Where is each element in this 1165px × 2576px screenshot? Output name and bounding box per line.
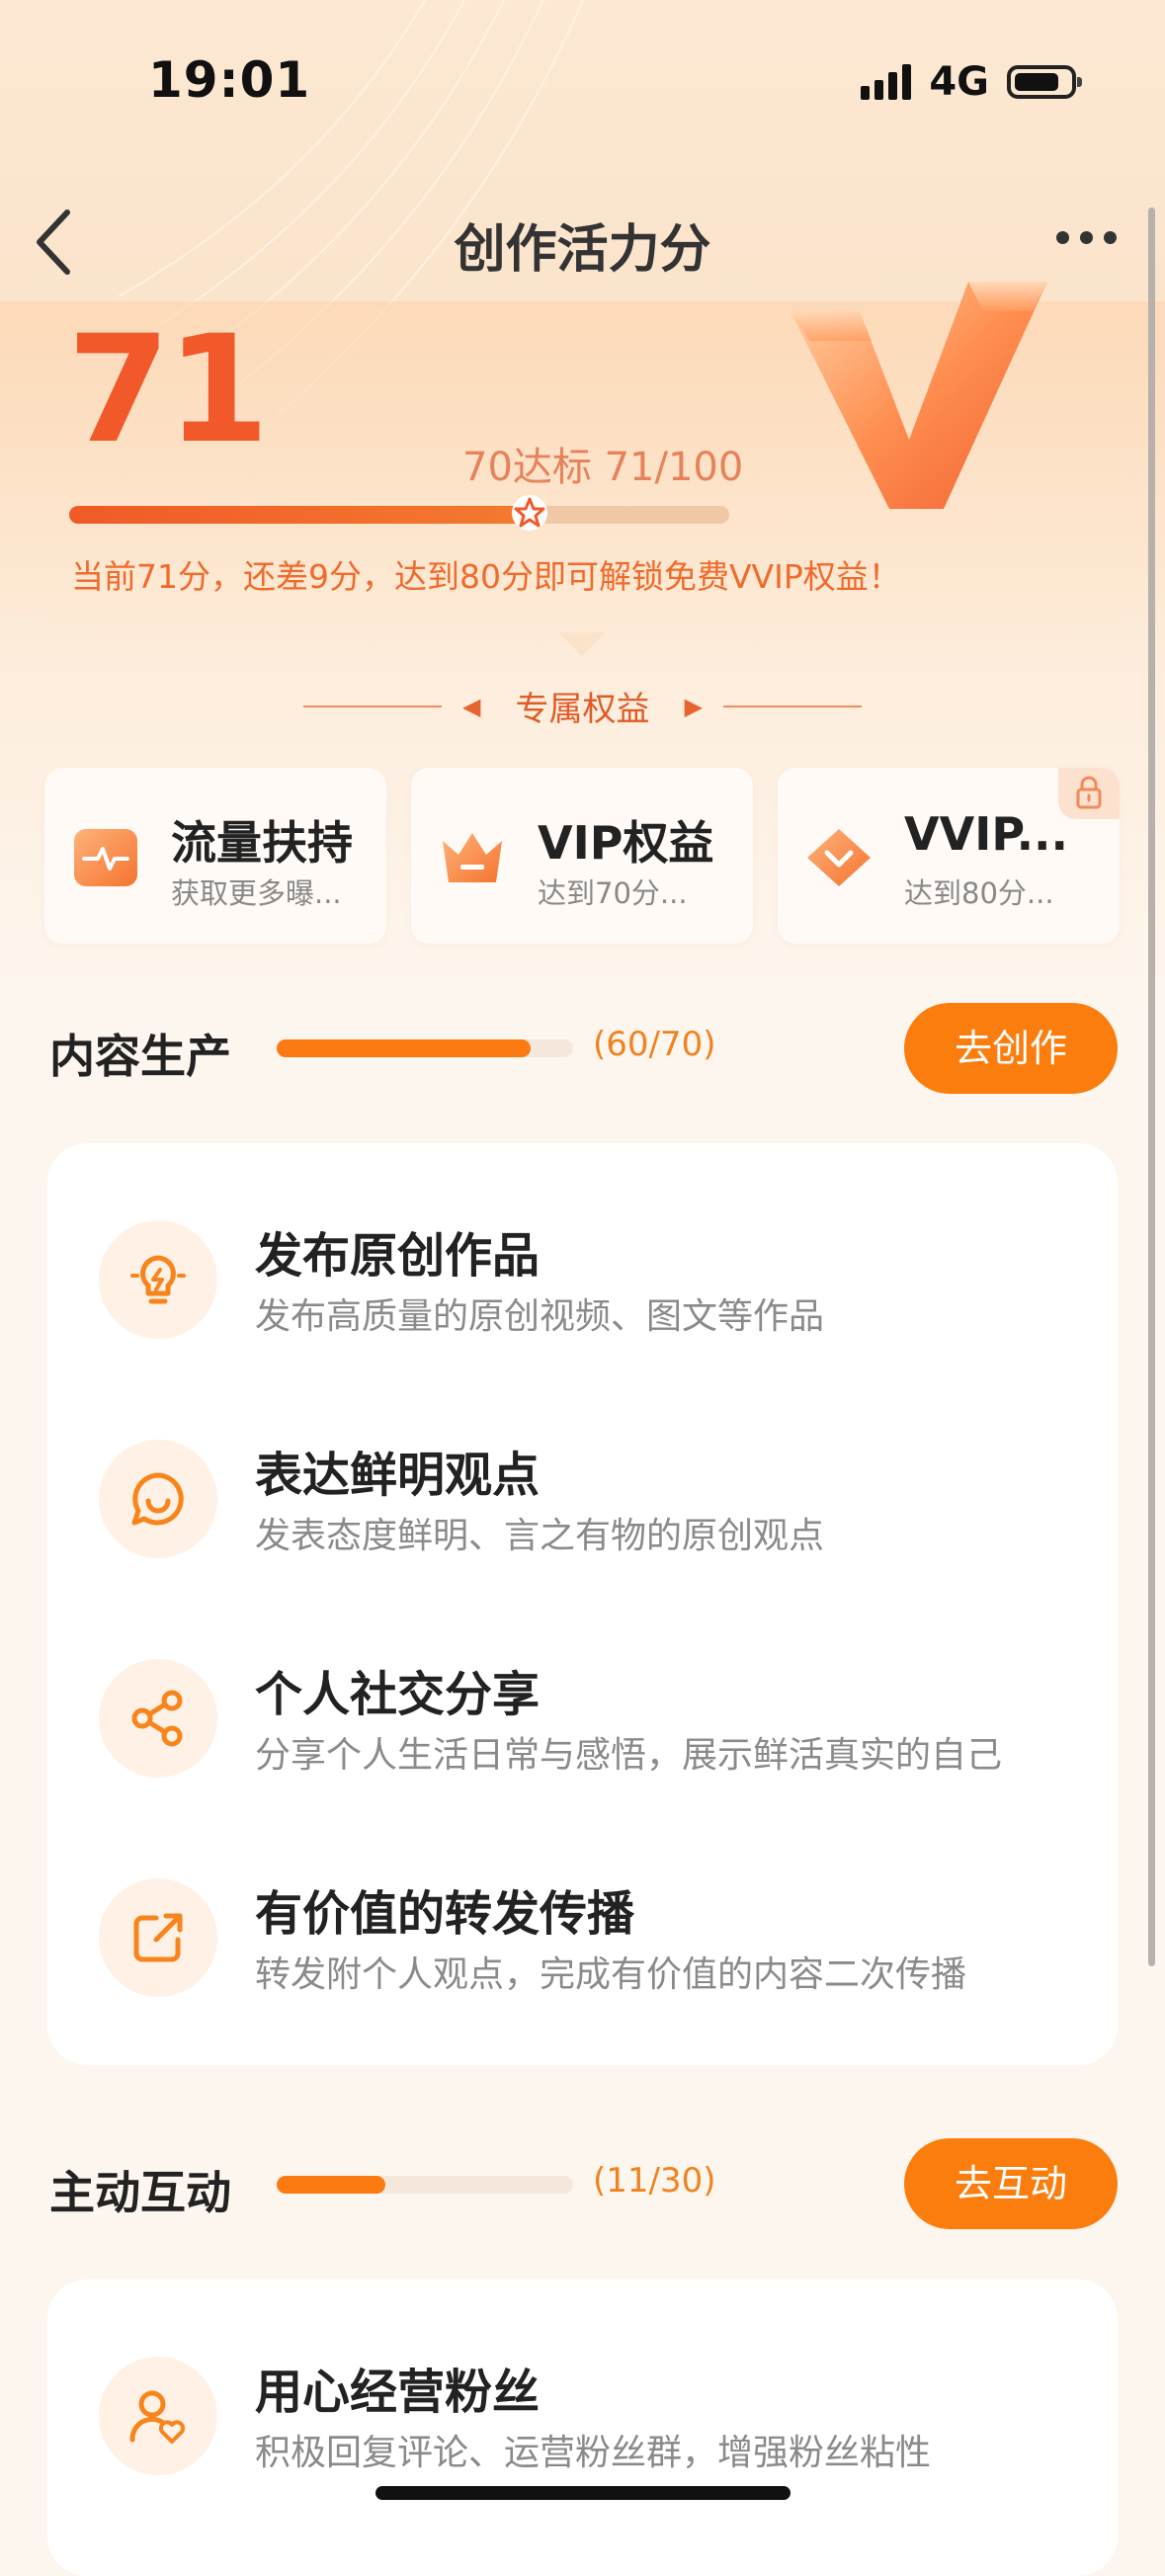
arrow-right-icon: ▶ [684, 692, 704, 720]
task-title: 发布原创作品 [255, 1228, 541, 1284]
icon-circle [99, 1440, 217, 1558]
home-indicator[interactable] [375, 2486, 791, 2500]
battery-icon [1007, 65, 1082, 99]
section-title-content: 内容生产 [49, 1030, 231, 1083]
task-title: 有价值的转发传播 [255, 1886, 635, 1942]
banner-pointer [558, 632, 606, 656]
benefit-subtitle: 达到70分... [538, 876, 688, 910]
task-subtitle: 转发附个人观点，完成有价值的内容二次传播 [255, 1954, 967, 1995]
section-progress-fill [277, 2176, 386, 2194]
icon-circle [99, 1220, 217, 1339]
crown-icon [443, 833, 502, 882]
benefit-subtitle: 达到80分... [904, 876, 1054, 910]
task-item-clear-opinion[interactable]: 表达鲜明观点 发表态度鲜明、言之有物的原创观点 [99, 1430, 1087, 1558]
signal-icon [861, 64, 912, 100]
benefit-title: 流量扶持 [171, 816, 353, 870]
benefit-card-vip[interactable]: VIP权益 达到70分... [411, 768, 753, 944]
benefits-heading: ◀ 专属权益 ▶ [0, 682, 1165, 730]
icon-circle [99, 1659, 217, 1778]
section-count: (60/70) [593, 1025, 716, 1064]
task-subtitle: 发布高质量的原创视频、图文等作品 [255, 1296, 825, 1337]
lock-icon [1076, 776, 1102, 809]
icon-circle [99, 1878, 217, 1997]
task-subtitle: 发表态度鲜明、言之有物的原创观点 [255, 1516, 825, 1556]
task-item-fans[interactable]: 用心经营粉丝 积极回复评论、运营粉丝群，增强粉丝粘性 [99, 2347, 1087, 2475]
benefit-card-vvip[interactable]: VVIP... 达到80分... [778, 768, 1120, 944]
task-title: 表达鲜明观点 [255, 1448, 541, 1503]
go-interact-button[interactable]: 去互动 [904, 2138, 1118, 2229]
section-progress-bar [277, 1039, 573, 1057]
benefit-card-traffic[interactable]: 流量扶持 获取更多曝... [44, 768, 386, 944]
star-marker-icon [512, 495, 547, 531]
divider-line [302, 705, 442, 707]
section-progress-bar [277, 2176, 573, 2194]
task-item-original-work[interactable]: 发布原创作品 发布高质量的原创视频、图文等作品 [99, 1210, 1087, 1339]
task-item-social-share[interactable]: 个人社交分享 分享个人生活日常与感悟，展示鲜活真实的自己 [99, 1649, 1087, 1778]
more-options-icon[interactable] [1056, 222, 1125, 252]
share-icon [131, 1690, 183, 1747]
status-time: 19:01 [148, 51, 311, 109]
benefit-subtitle: 获取更多曝... [171, 876, 342, 910]
status-indicators: 4G [861, 59, 1082, 105]
activity-score: 71 [67, 304, 270, 476]
lightbulb-icon [130, 1255, 186, 1304]
benefits-heading-label: 专属权益 [515, 690, 650, 729]
scrollbar[interactable] [1148, 208, 1155, 1966]
arrow-left-icon: ◀ [461, 692, 481, 720]
interaction-task-list: 用心经营粉丝 积极回复评论、运营粉丝群，增强粉丝粘性 [47, 2280, 1118, 2576]
task-subtitle: 积极回复评论、运营粉丝群，增强粉丝粘性 [255, 2433, 932, 2473]
task-title: 用心经营粉丝 [255, 2365, 541, 2420]
icon-circle [99, 2357, 217, 2475]
vip-v-logo-icon [791, 282, 1047, 509]
benefit-title: VVIP... [904, 807, 1069, 861]
task-subtitle: 分享个人生活日常与感悟，展示鲜活真实的自己 [255, 1735, 1003, 1776]
fans-heart-icon [129, 2390, 186, 2444]
score-progress-fill [69, 506, 539, 524]
traffic-pulse-icon [74, 829, 137, 886]
benefit-title: VIP权益 [538, 816, 714, 870]
section-progress-fill [277, 1039, 532, 1057]
page-title: 创作活力分 [454, 220, 711, 280]
lock-badge [1058, 768, 1120, 819]
chat-smile-icon [131, 1472, 184, 1526]
score-progress-bar [69, 506, 729, 524]
section-count: (11/30) [593, 2161, 716, 2201]
content-task-list: 发布原创作品 发布高质量的原创视频、图文等作品 表达鲜明观点 发表态度鲜明、言之… [47, 1143, 1118, 2065]
score-hint: 当前71分，还差9分，达到80分即可解锁免费VVIP权益！ [71, 557, 901, 596]
go-create-button[interactable]: 去创作 [904, 1003, 1118, 1094]
network-type: 4G [929, 59, 989, 105]
score-target: 70达标 71/100 [462, 445, 744, 490]
divider-line [723, 705, 863, 707]
forward-icon [133, 1913, 183, 1962]
task-item-valuable-forward[interactable]: 有价值的转发传播 转发附个人观点，完成有价值的内容二次传播 [99, 1869, 1087, 1997]
diamond-icon [807, 829, 871, 886]
task-title: 个人社交分享 [255, 1667, 541, 1722]
section-title-interaction: 主动互动 [49, 2166, 231, 2219]
